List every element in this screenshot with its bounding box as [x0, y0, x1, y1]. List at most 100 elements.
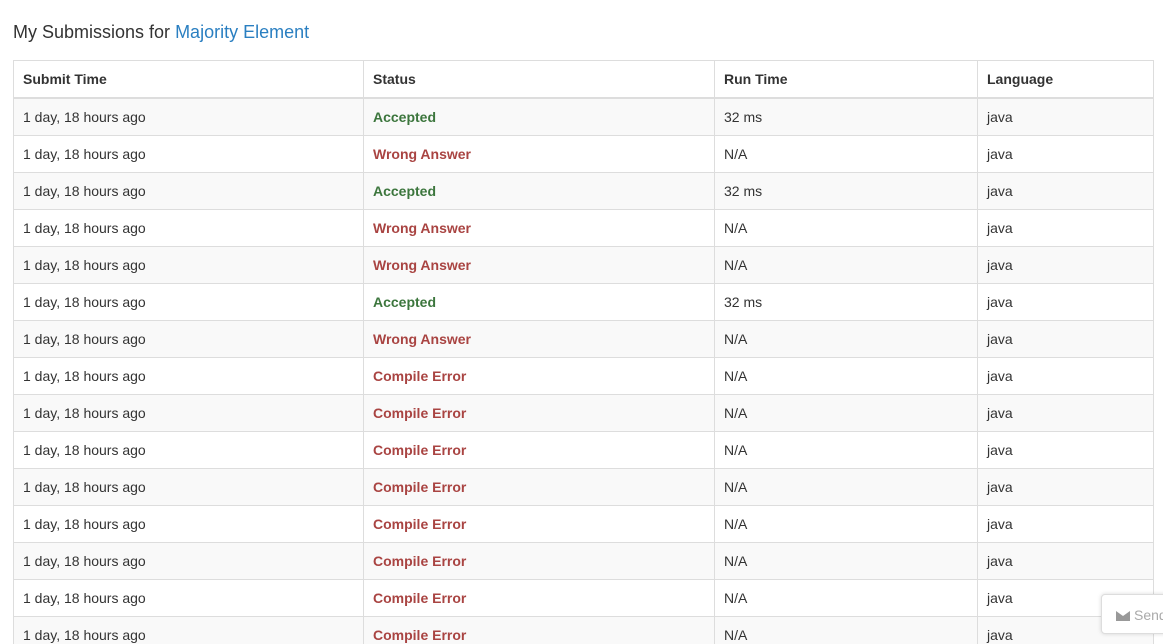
status-cell: Compile Error [363, 357, 715, 395]
language-cell: java [977, 172, 1154, 210]
submission-status-link[interactable]: Wrong Answer [373, 331, 471, 347]
submit-time-cell: 1 day, 18 hours ago [13, 246, 364, 284]
status-cell: Wrong Answer [363, 320, 715, 358]
table-row: 1 day, 18 hours ago Wrong Answer N/A java [13, 209, 1154, 247]
envelope-icon [1116, 611, 1130, 621]
table-row: 1 day, 18 hours ago Wrong Answer N/A java [13, 320, 1154, 358]
submissions-page: My Submissions for Majority Element Subm… [0, 0, 1163, 644]
language-cell: java [977, 97, 1154, 136]
run-time-cell: N/A [714, 468, 978, 506]
status-cell: Compile Error [363, 616, 715, 644]
status-cell: Wrong Answer [363, 209, 715, 247]
language-cell: java [977, 431, 1154, 469]
table-header: Submit Time Status Run Time Language [13, 60, 1154, 99]
column-header-status: Status [363, 60, 715, 99]
submission-status-link[interactable]: Accepted [373, 294, 436, 310]
submission-status-link[interactable]: Wrong Answer [373, 146, 471, 162]
run-time-cell: N/A [714, 579, 978, 617]
submit-time-cell: 1 day, 18 hours ago [13, 579, 364, 617]
submit-time-cell: 1 day, 18 hours ago [13, 97, 364, 136]
submit-time-cell: 1 day, 18 hours ago [13, 394, 364, 432]
feedback-send-button[interactable]: Send [1101, 594, 1163, 634]
language-cell: java [977, 283, 1154, 321]
run-time-cell: N/A [714, 357, 978, 395]
table-body: 1 day, 18 hours ago Accepted 32 ms java 1 da… [13, 97, 1154, 644]
language-cell: java [977, 542, 1154, 580]
submit-time-cell: 1 day, 18 hours ago [13, 505, 364, 543]
table-row: 1 day, 18 hours ago Wrong Answer N/A java [13, 246, 1154, 284]
problem-link[interactable]: Majority Element [175, 22, 309, 42]
language-cell: java [977, 505, 1154, 543]
language-cell: java [977, 468, 1154, 506]
column-header-run-time: Run Time [714, 60, 978, 99]
run-time-cell: N/A [714, 505, 978, 543]
status-cell: Accepted [363, 172, 715, 210]
table-row: 1 day, 18 hours ago Compile Error N/A java [13, 505, 1154, 543]
submit-time-cell: 1 day, 18 hours ago [13, 616, 364, 644]
submission-status-link[interactable]: Wrong Answer [373, 257, 471, 273]
table-row: 1 day, 18 hours ago Compile Error N/A java [13, 394, 1154, 432]
table-row: 1 day, 18 hours ago Compile Error N/A java [13, 468, 1154, 506]
status-cell: Compile Error [363, 542, 715, 580]
run-time-cell: N/A [714, 394, 978, 432]
table-row: 1 day, 18 hours ago Accepted 32 ms java [13, 283, 1154, 321]
submission-status-link[interactable]: Wrong Answer [373, 220, 471, 236]
submission-status-link[interactable]: Compile Error [373, 516, 466, 532]
submit-time-cell: 1 day, 18 hours ago [13, 468, 364, 506]
submit-time-cell: 1 day, 18 hours ago [13, 135, 364, 173]
table-row: 1 day, 18 hours ago Compile Error N/A java [13, 616, 1154, 644]
language-cell: java [977, 246, 1154, 284]
submission-status-link[interactable]: Compile Error [373, 590, 466, 606]
column-header-language: Language [977, 60, 1154, 99]
submit-time-cell: 1 day, 18 hours ago [13, 172, 364, 210]
submission-status-link[interactable]: Compile Error [373, 405, 466, 421]
submission-status-link[interactable]: Compile Error [373, 627, 466, 643]
submission-status-link[interactable]: Compile Error [373, 479, 466, 495]
submission-status-link[interactable]: Compile Error [373, 368, 466, 384]
run-time-cell: N/A [714, 209, 978, 247]
table-row: 1 day, 18 hours ago Compile Error N/A java [13, 431, 1154, 469]
column-header-submit-time: Submit Time [13, 60, 364, 99]
status-cell: Compile Error [363, 468, 715, 506]
submit-time-cell: 1 day, 18 hours ago [13, 542, 364, 580]
run-time-cell: N/A [714, 542, 978, 580]
submit-time-cell: 1 day, 18 hours ago [13, 283, 364, 321]
submit-time-cell: 1 day, 18 hours ago [13, 357, 364, 395]
status-cell: Compile Error [363, 394, 715, 432]
status-cell: Accepted [363, 97, 715, 136]
run-time-cell: N/A [714, 320, 978, 358]
table-row: 1 day, 18 hours ago Accepted 32 ms java [13, 172, 1154, 210]
page-title: My Submissions for Majority Element [13, 20, 309, 44]
submit-time-cell: 1 day, 18 hours ago [13, 431, 364, 469]
status-cell: Wrong Answer [363, 246, 715, 284]
status-cell: Compile Error [363, 505, 715, 543]
language-cell: java [977, 394, 1154, 432]
submissions-table: Submit Time Status Run Time Language 1 d… [13, 60, 1154, 644]
status-cell: Accepted [363, 283, 715, 321]
language-cell: java [977, 357, 1154, 395]
status-cell: Compile Error [363, 579, 715, 617]
run-time-cell: N/A [714, 431, 978, 469]
run-time-cell: N/A [714, 135, 978, 173]
run-time-cell: N/A [714, 246, 978, 284]
status-cell: Wrong Answer [363, 135, 715, 173]
run-time-cell: 32 ms [714, 172, 978, 210]
table-row: 1 day, 18 hours ago Compile Error N/A java [13, 357, 1154, 395]
language-cell: java [977, 135, 1154, 173]
submission-status-link[interactable]: Compile Error [373, 442, 466, 458]
table-row: 1 day, 18 hours ago Compile Error N/A java [13, 579, 1154, 617]
page-title-prefix: My Submissions for [13, 22, 171, 42]
table-row: 1 day, 18 hours ago Wrong Answer N/A java [13, 135, 1154, 173]
submission-status-link[interactable]: Accepted [373, 109, 436, 125]
language-cell: java [977, 320, 1154, 358]
language-cell: java [977, 209, 1154, 247]
run-time-cell: N/A [714, 616, 978, 644]
table-row: 1 day, 18 hours ago Accepted 32 ms java [13, 97, 1154, 136]
run-time-cell: 32 ms [714, 283, 978, 321]
run-time-cell: 32 ms [714, 97, 978, 136]
table-row: 1 day, 18 hours ago Compile Error N/A java [13, 542, 1154, 580]
submission-status-link[interactable]: Accepted [373, 183, 436, 199]
submit-time-cell: 1 day, 18 hours ago [13, 320, 364, 358]
feedback-label: Send [1134, 607, 1163, 623]
submission-status-link[interactable]: Compile Error [373, 553, 466, 569]
